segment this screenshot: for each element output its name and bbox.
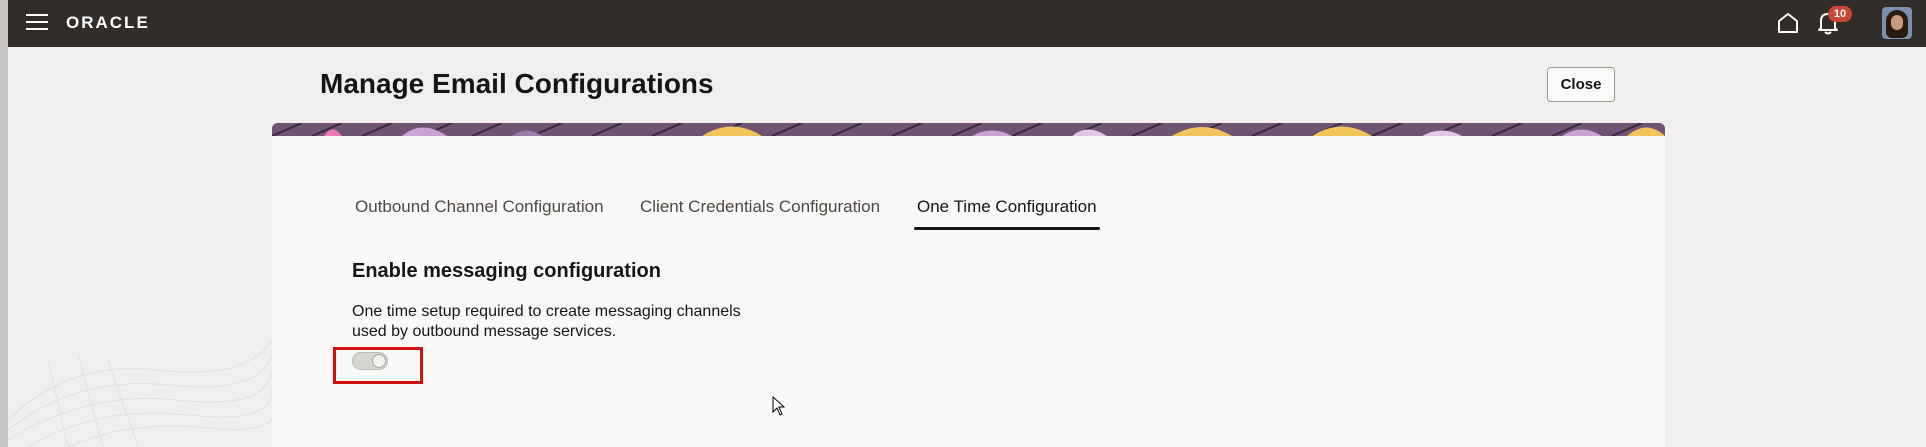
oracle-logo: ORACLE — [66, 13, 150, 32]
section-description-line-1: One time setup required to create messag… — [352, 303, 741, 320]
user-avatar[interactable] — [1882, 7, 1912, 39]
window-left-edge — [0, 0, 8, 447]
tab-outbound-channel-configuration[interactable]: Outbound Channel Configuration — [355, 186, 604, 230]
close-button[interactable]: Close — [1547, 67, 1615, 102]
section-description-line-2: used by outbound message services. — [352, 323, 617, 340]
mouse-cursor-icon — [772, 396, 786, 416]
section-description: One time setup required to create messag… — [352, 302, 772, 342]
highlight-box — [333, 347, 423, 384]
decorative-banner — [272, 123, 1665, 136]
hamburger-icon[interactable] — [26, 14, 48, 32]
tab-one-time-configuration[interactable]: One Time Configuration — [914, 186, 1100, 230]
section-heading: Enable messaging configuration — [352, 260, 661, 282]
page-title: Manage Email Configurations — [320, 68, 714, 99]
tab-client-credentials-configuration[interactable]: Client Credentials Configuration — [640, 186, 880, 230]
notification-count-badge: 10 — [1828, 6, 1852, 22]
content-card — [272, 136, 1665, 447]
home-icon[interactable] — [1776, 11, 1800, 35]
background-pattern — [8, 339, 272, 447]
global-header: ORACLE — [8, 0, 1926, 47]
